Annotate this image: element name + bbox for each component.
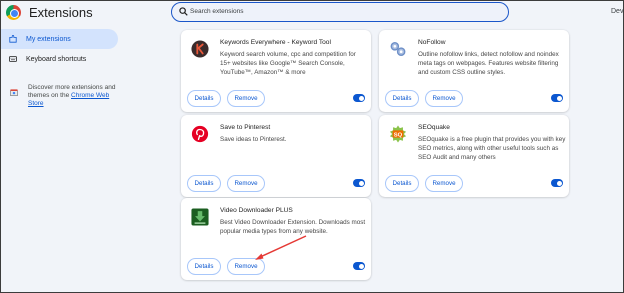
sidebar-item-my-extensions[interactable]: My extensions <box>0 29 118 49</box>
annotation-arrow-icon <box>255 235 307 260</box>
search-placeholder: Search extensions <box>190 8 244 15</box>
extension-name: Keywords Everywhere - Keyword Tool <box>220 39 331 46</box>
top-bar: Extensions Search extensions Dev <box>0 0 624 26</box>
details-button[interactable]: Details <box>385 90 419 107</box>
search-icon <box>179 7 188 16</box>
extension-name: SEOquake <box>418 124 450 131</box>
keywords-everywhere-logo-icon <box>191 40 209 58</box>
page-title: Extensions <box>29 5 93 20</box>
extension-card-nofollow: NoFollow Outline nofollow links, detect … <box>379 30 569 112</box>
enable-toggle[interactable] <box>353 262 365 270</box>
enable-toggle[interactable] <box>353 94 365 102</box>
details-button[interactable]: Details <box>187 90 221 107</box>
remove-button[interactable]: Remove <box>227 175 265 192</box>
remove-button[interactable]: Remove <box>425 90 463 107</box>
details-button[interactable]: Details <box>187 258 221 275</box>
seoquake-logo-icon: SQ <box>389 125 407 143</box>
sidebar-item-label: My extensions <box>26 35 71 43</box>
details-button[interactable]: Details <box>187 175 221 192</box>
extension-card-seoquake: SQ SEOquake SEOquake is a free plugin th… <box>379 115 569 197</box>
extension-description: SEOquake is a free plugin that provides … <box>418 136 566 162</box>
enable-toggle[interactable] <box>551 94 563 102</box>
discover-text: Discover more extensions and themes on t… <box>28 84 116 108</box>
remove-button[interactable]: Remove <box>425 175 463 192</box>
extension-description: Save ideas to Pinterest. <box>220 136 287 143</box>
extension-name: Save to Pinterest <box>220 124 271 131</box>
extension-description: Keyword search volume, cpc and competiti… <box>220 51 356 77</box>
download-arrow-icon <box>191 208 209 226</box>
chrome-logo-icon <box>6 5 21 20</box>
extension-card-pinterest: Save to Pinterest Save ideas to Pinteres… <box>181 115 371 197</box>
extension-description: Outline nofollow links, detect nofollow … <box>418 51 559 77</box>
puzzle-icon <box>9 35 17 43</box>
pinterest-logo-icon <box>191 125 209 143</box>
extension-name: NoFollow <box>418 39 446 46</box>
details-button[interactable]: Details <box>385 175 419 192</box>
search-input[interactable]: Search extensions <box>171 2 509 22</box>
enable-toggle[interactable] <box>551 179 563 187</box>
extension-name: Video Downloader PLUS <box>220 207 293 214</box>
svg-text:SQ: SQ <box>394 132 403 138</box>
developer-mode-label[interactable]: Dev <box>611 8 623 15</box>
extension-card-keywords-everywhere: Keywords Everywhere - Keyword Tool Keywo… <box>181 30 371 112</box>
sidebar-item-keyboard-shortcuts[interactable]: Keyboard shortcuts <box>0 49 118 69</box>
store-icon <box>10 89 18 96</box>
nofollow-chain-icon <box>390 42 406 56</box>
enable-toggle[interactable] <box>353 179 365 187</box>
keyboard-icon <box>9 56 17 62</box>
remove-button[interactable]: Remove <box>227 90 265 107</box>
sidebar-item-label: Keyboard shortcuts <box>26 55 87 63</box>
